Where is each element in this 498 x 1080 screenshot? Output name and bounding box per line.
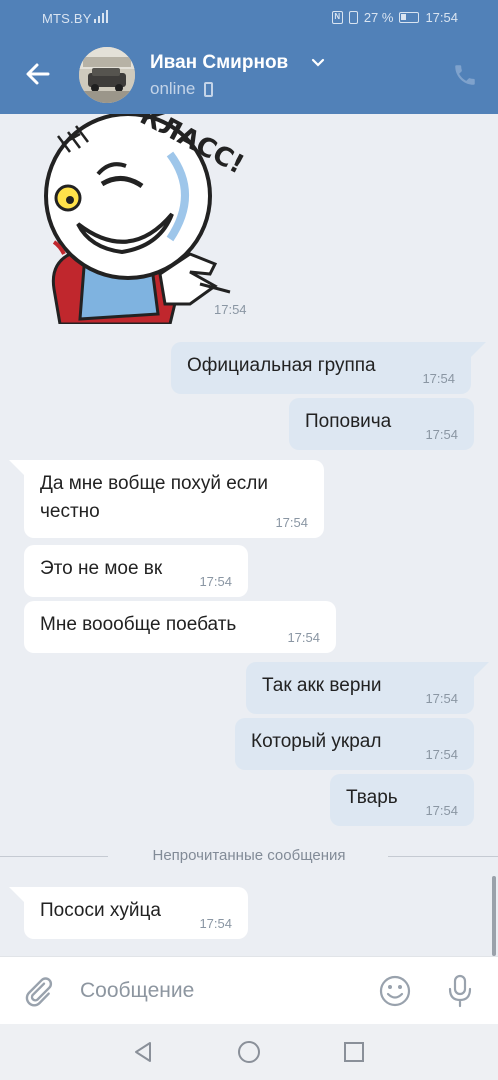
message-text: Так акк верни [262,675,382,696]
microphone-icon[interactable] [446,973,474,1009]
message-bubble-outgoing[interactable]: Официальная группа 17:54 [171,342,471,394]
message-text: Который украл [251,731,382,752]
carrier-label: MTS.BY [42,11,92,26]
unread-divider: Непрочитанные сообщения [0,844,498,868]
unread-divider-label: Непрочитанные сообщения [152,847,346,864]
online-status: online [150,79,196,98]
bubble-tail [9,460,25,476]
message-bubble-incoming[interactable]: Мне воообще поебать 17:54 [24,601,336,653]
nfc-icon: N [331,11,343,24]
message-time: 17:54 [199,574,232,589]
message-text: Официальная группа [187,355,376,376]
signal-icon [94,9,108,23]
system-nav-bar [0,1024,498,1080]
message-bubble-outgoing[interactable]: Поповича 17:54 [289,398,474,450]
paperclip-icon[interactable] [22,975,54,1007]
message-text: Мне воообще поебать [40,614,237,635]
message-text: Тварь [346,787,398,808]
emoji-icon[interactable] [378,974,412,1008]
message-input[interactable]: Сообщение [80,979,194,1003]
message-text: Пососи хуйца [40,900,161,921]
message-time: 17:54 [425,803,458,818]
sticker[interactable]: КЛАСС! [40,114,250,324]
chevron-down-icon[interactable] [311,58,325,68]
message-bubble-outgoing[interactable]: Так акк верни 17:54 [246,662,474,714]
message-text: Это не мое вк [40,558,163,579]
message-time: 17:54 [425,691,458,706]
scrollbar[interactable] [492,876,496,956]
bubble-tail [9,887,25,903]
message-time: 17:54 [199,916,232,931]
nav-recents-icon[interactable] [344,1042,364,1062]
nav-back-icon[interactable] [132,1040,154,1064]
message-time: 17:54 [287,630,320,645]
message-time: 17:54 [425,427,458,442]
bubble-tail [470,342,486,358]
vibrate-icon [348,11,358,24]
message-time: 17:54 [275,515,308,530]
message-bubble-incoming[interactable]: Пососи хуйца 17:54 [24,887,248,939]
avatar[interactable] [79,47,135,103]
sticker-time: 17:54 [214,302,247,317]
status-bar: MTS.BY N 27 % 17:54 [0,0,498,36]
battery-icon [399,12,420,23]
composer: Сообщение [0,956,498,1024]
message-list[interactable]: КЛАСС! 17:54 Официальная группа 17:54 По… [0,114,498,956]
message-bubble-incoming[interactable]: Да мне вобще похуй если честно 17:54 [24,460,324,538]
contact-name[interactable]: Иван Смирнов [150,52,288,74]
bubble-tail [473,662,489,678]
mobile-device-icon [204,82,213,97]
phone-call-icon[interactable] [452,62,478,88]
back-arrow-icon[interactable] [22,58,54,90]
message-bubble-outgoing[interactable]: Который украл 17:54 [235,718,474,770]
message-time: 17:54 [425,747,458,762]
chat-header: Иван Смирнов online [0,36,498,114]
message-text: Поповича [305,411,392,432]
message-time: 17:54 [422,371,455,386]
message-bubble-incoming[interactable]: Это не мое вк 17:54 [24,545,248,597]
message-bubble-outgoing[interactable]: Тварь 17:54 [330,774,474,826]
clock: 17:54 [425,10,458,25]
nav-home-icon[interactable] [237,1040,261,1064]
battery-percent: 27 % [363,10,394,25]
message-text: Да мне вобще похуй если честно [40,473,269,522]
